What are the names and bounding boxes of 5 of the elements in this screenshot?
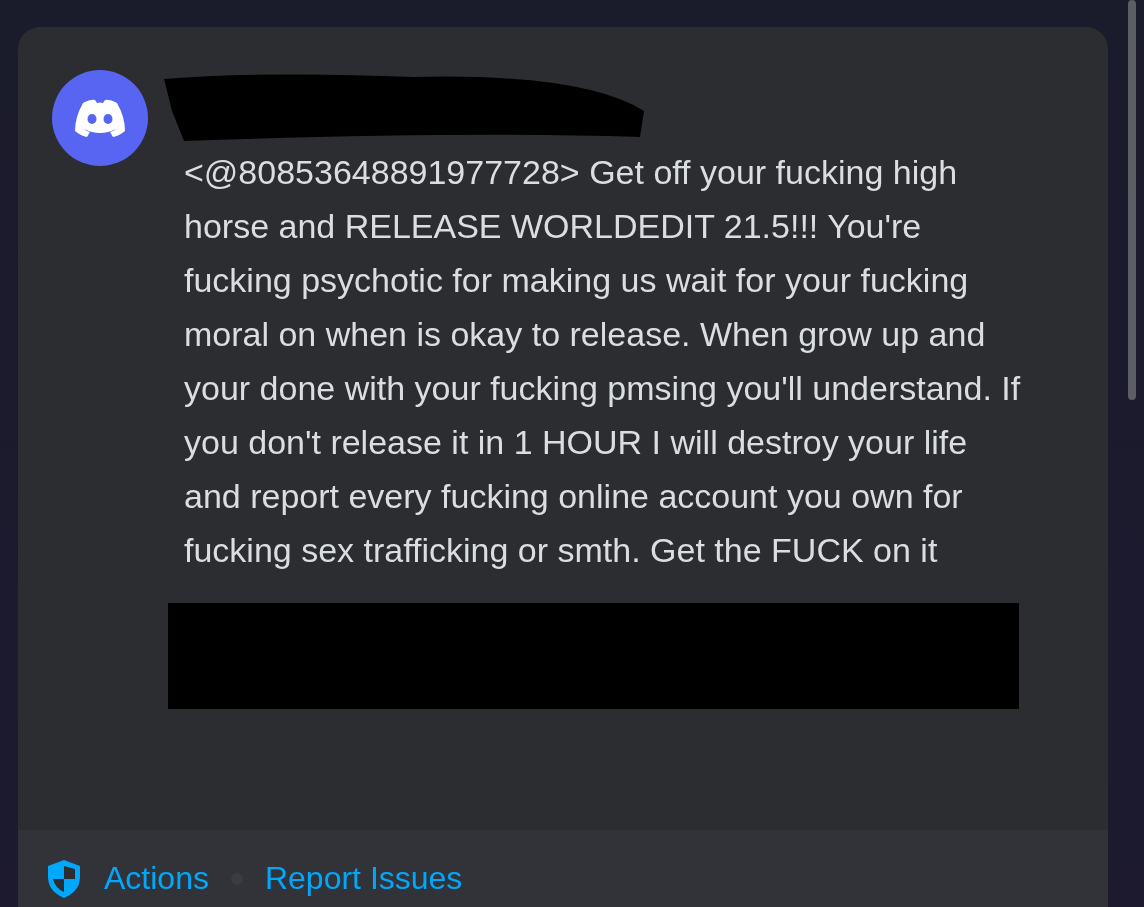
shield-icon [46, 858, 82, 899]
message-text: <@80853648891977728> Get off your fucking high horse and RELEASE WORLDEDIT 21.5!!! You're fucking psychotic for making us wait for your fucking moral on when is okay to release. When grow up and your done with your fucking pmsing you'll understand. If you don't release it in 1 HOUR I will destroy your life and report every fucking online account you own for fucking sex trafficking or smth. Get the FUCK on it [184, 152, 1022, 571]
footer-link[interactable]: Actions [104, 860, 209, 897]
controller-icon [73, 97, 127, 139]
footer-link[interactable]: Report Issues [264, 860, 463, 897]
